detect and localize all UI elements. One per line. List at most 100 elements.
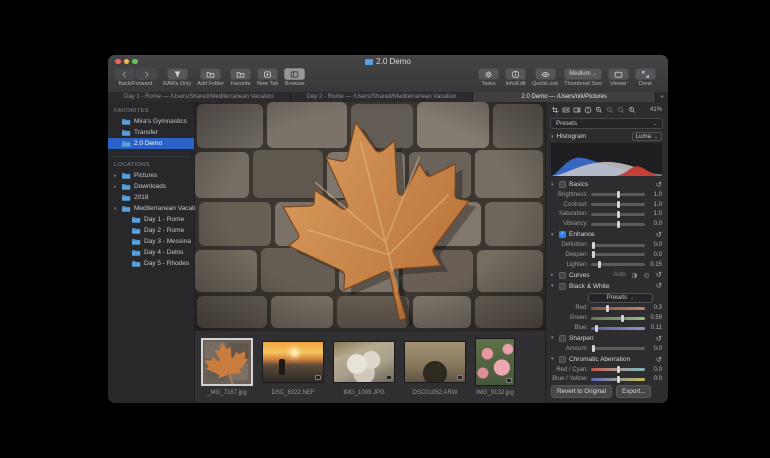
dot-circle-icon[interactable] (643, 272, 650, 279)
slider-knob[interactable] (592, 345, 595, 352)
fit-width-icon[interactable] (562, 106, 570, 114)
black-white-enable-checkbox[interactable] (559, 283, 566, 290)
reset-icon[interactable]: ↺ (656, 271, 662, 279)
disclosure-triangle-icon[interactable]: ▾ (551, 283, 556, 289)
info-icon[interactable] (584, 106, 592, 114)
tab-3[interactable]: 2.0 Demo — /Users/nik/Pictures (473, 92, 656, 102)
sidebar-item-downloads[interactable]: ▸Downloads (108, 181, 194, 192)
back-forward-button[interactable] (114, 68, 135, 80)
sidebar-item-day-1-rome[interactable]: Day 1 - Rome (108, 214, 194, 225)
tab-2[interactable]: Day 2 - Rome — /Users/Shared/Mediterrane… (291, 92, 474, 102)
raws-only-button[interactable] (167, 68, 188, 80)
disclosure-triangle-icon[interactable]: ▾ (551, 232, 556, 238)
black-white-slider[interactable] (591, 327, 645, 330)
quicklook-button[interactable] (535, 68, 556, 80)
zoom-out-icon[interactable] (606, 106, 614, 114)
basics-slider[interactable] (591, 193, 645, 196)
slider-knob[interactable] (592, 242, 595, 249)
new-tab-button[interactable] (257, 68, 278, 80)
zoom-in-icon[interactable] (595, 106, 603, 114)
slider-knob[interactable] (617, 201, 620, 208)
add-folder-button[interactable] (200, 68, 221, 80)
sidebar-item-2018[interactable]: 2018 (108, 192, 194, 203)
sidebar-item-mediterranean-vacation[interactable]: ▾Mediterranean Vacation (108, 203, 194, 214)
reset-icon[interactable]: ↺ (656, 282, 662, 290)
chromatic-aberration-enable-checkbox[interactable] (559, 356, 566, 363)
slider-knob[interactable] (617, 376, 620, 383)
enhance-slider[interactable] (591, 244, 645, 247)
sidebar-item-day-5-rhodes[interactable]: Day 5 - Rhodes (108, 258, 194, 269)
sidebar-item-day-3-messina[interactable]: Day 3 - Messina (108, 236, 194, 247)
basics-slider[interactable] (591, 213, 645, 216)
enhance-slider[interactable] (591, 263, 645, 266)
slider-knob[interactable] (617, 191, 620, 198)
thumbnail-size-dropdown[interactable]: Medium⌄ (564, 68, 602, 80)
curves-enable-checkbox[interactable] (559, 272, 566, 279)
reset-icon[interactable]: ↺ (656, 335, 662, 343)
presets-dropdown[interactable]: Presets ⌄ (550, 118, 663, 129)
close-button[interactable] (115, 59, 121, 65)
reset-icon[interactable]: ↺ (656, 231, 662, 239)
basics-slider[interactable] (591, 223, 645, 226)
slider-knob[interactable] (621, 315, 624, 322)
export-button[interactable]: Export... (616, 385, 651, 398)
photo-viewer[interactable] (195, 102, 545, 330)
slider-knob[interactable] (598, 261, 601, 268)
disclosure-triangle-icon[interactable]: ▸ (114, 173, 117, 179)
favorite-button[interactable] (230, 68, 251, 80)
sharpen-enable-checkbox[interactable] (559, 335, 566, 342)
sidebar-item-day-2-rome[interactable]: Day 2 - Rome (108, 225, 194, 236)
slider-knob[interactable] (617, 366, 620, 373)
half-circle-icon[interactable] (631, 272, 638, 279)
curves-auto-label[interactable]: Auto (613, 272, 625, 278)
thumbnail-leaf[interactable] (201, 338, 253, 386)
crop-icon[interactable] (551, 106, 559, 114)
disclosure-triangle-icon[interactable]: ▾ (551, 182, 556, 188)
histogram-channel-dropdown[interactable]: Luma ⌄ (632, 132, 662, 141)
black-white-presets-dropdown[interactable]: Presets⌄ (588, 293, 653, 303)
new-tab-button[interactable]: + (656, 92, 668, 102)
done-button[interactable] (635, 68, 656, 80)
slider-knob[interactable] (595, 325, 598, 332)
zoom-button[interactable] (132, 59, 138, 65)
disclosure-triangle-icon[interactable]: ▾ (551, 356, 556, 362)
titlebar[interactable]: 2.0 Demo (108, 55, 668, 68)
slider-knob[interactable] (592, 251, 595, 258)
disclosure-triangle-icon[interactable]: ▾ (551, 335, 556, 341)
chromatic-aberration-slider[interactable] (591, 368, 645, 371)
enhance-slider[interactable] (591, 253, 645, 256)
sidebar-item-pictures[interactable]: ▸Pictures (108, 170, 194, 181)
revert-to-original-button[interactable]: Revert to Original (551, 385, 612, 398)
sidebar-item-day-4-delos[interactable]: Day 4 - Delos (108, 247, 194, 258)
reset-icon[interactable]: ↺ (656, 356, 662, 364)
chromatic-aberration-slider[interactable] (591, 378, 645, 381)
minimize-button[interactable] (124, 59, 130, 65)
thumbnail-sunset[interactable] (262, 341, 324, 383)
sidebar-item-transfer[interactable]: Transfer (108, 127, 194, 138)
disclosure-triangle-icon[interactable]: ▾ (551, 134, 554, 140)
slider-knob[interactable] (617, 221, 620, 228)
info-edit-button[interactable] (505, 68, 526, 80)
enhance-enable-checkbox[interactable]: ✓ (559, 231, 566, 238)
zoom-plain-icon[interactable] (617, 106, 625, 114)
black-white-slider[interactable] (591, 317, 645, 320)
back-forward-button[interactable] (136, 68, 157, 80)
tasks-button[interactable] (478, 68, 499, 80)
viewer-button[interactable] (608, 68, 629, 80)
sharpen-slider[interactable] (591, 347, 645, 350)
thumbnail-ruins[interactable] (404, 341, 466, 383)
zoom-actual-icon[interactable] (628, 106, 636, 114)
slider-knob[interactable] (617, 211, 620, 218)
compare-icon[interactable] (573, 106, 581, 114)
tab-1[interactable]: Day 1 - Rome — /Users/Shared/Mediterrane… (108, 92, 291, 102)
sidebar-item-mira-s-gymnastics[interactable]: Mira's Gymnastics (108, 116, 194, 127)
disclosure-triangle-icon[interactable]: ▾ (114, 206, 117, 212)
reset-icon[interactable]: ↺ (656, 181, 662, 189)
black-white-slider[interactable] (591, 307, 645, 310)
thumbnail-sculpture[interactable] (333, 341, 395, 383)
basics-slider[interactable] (591, 203, 645, 206)
disclosure-triangle-icon[interactable]: ▸ (551, 272, 556, 278)
disclosure-triangle-icon[interactable]: ▸ (114, 184, 117, 190)
slider-knob[interactable] (606, 305, 609, 312)
browser-button[interactable] (284, 68, 305, 80)
